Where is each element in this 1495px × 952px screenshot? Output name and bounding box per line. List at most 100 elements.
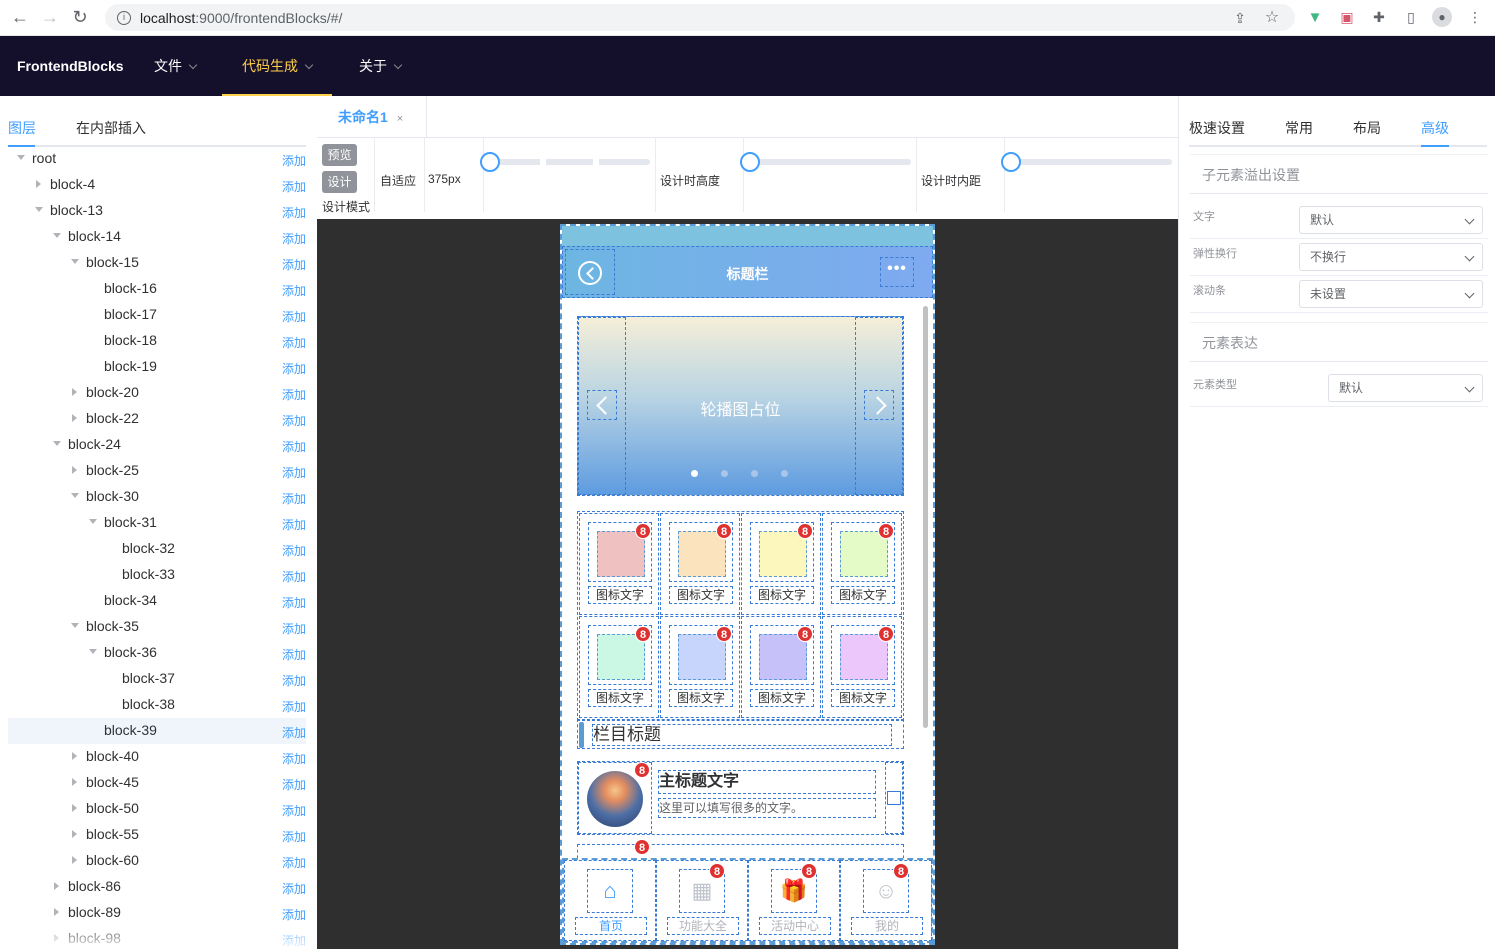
carousel[interactable]: 轮播图占位 xyxy=(577,316,904,496)
carousel-dot[interactable] xyxy=(751,470,758,477)
tree-node-block-16[interactable]: block-16 添加 xyxy=(8,276,306,302)
icon-grid-item[interactable]: 8 图标文字 xyxy=(660,616,740,718)
tab-untitled-1[interactable]: 未命名1 × xyxy=(317,96,427,138)
tree-node-block-4[interactable]: block-4 添加 xyxy=(8,172,306,198)
tree-node-block-30[interactable]: block-30 添加 xyxy=(8,484,306,510)
add-link[interactable]: 添加 xyxy=(282,854,306,871)
add-link[interactable]: 添加 xyxy=(282,360,306,377)
padding-slider[interactable] xyxy=(1001,152,1172,172)
tree-node-block-45[interactable]: block-45 添加 xyxy=(8,770,306,796)
add-link[interactable]: 添加 xyxy=(282,412,306,429)
add-link[interactable]: 添加 xyxy=(282,568,306,585)
height-slider[interactable] xyxy=(740,152,911,172)
tree-node-block-20[interactable]: block-20 添加 xyxy=(8,380,306,406)
add-link[interactable]: 添加 xyxy=(282,672,306,689)
site-info-icon[interactable]: i xyxy=(117,10,131,25)
caret-down-icon[interactable] xyxy=(17,155,25,160)
tree-node-block-34[interactable]: block-34 添加 xyxy=(8,588,306,614)
add-link[interactable]: 添加 xyxy=(282,802,306,819)
add-link[interactable]: 添加 xyxy=(282,776,306,793)
slider-handle[interactable] xyxy=(740,152,760,172)
add-link[interactable]: 添加 xyxy=(282,490,306,507)
menu-file[interactable]: 文件 xyxy=(134,36,216,96)
back-arrow-icon[interactable]: ← xyxy=(8,6,32,30)
tab-layout[interactable]: 布局 xyxy=(1353,118,1381,138)
icon-grid-item[interactable]: 8 图标文字 xyxy=(822,616,902,718)
tree-node-block-55[interactable]: block-55 添加 xyxy=(8,822,306,848)
caret-right-icon[interactable] xyxy=(72,466,77,474)
caret-right-icon[interactable] xyxy=(72,388,77,396)
add-link[interactable]: 添加 xyxy=(282,282,306,299)
add-link[interactable]: 添加 xyxy=(282,828,306,845)
tab-advanced[interactable]: 高级 xyxy=(1421,118,1449,138)
add-link[interactable]: 添加 xyxy=(282,620,306,637)
icon-grid-item[interactable]: 8 图标文字 xyxy=(822,513,902,615)
add-link[interactable]: 添加 xyxy=(282,542,306,559)
add-link[interactable]: 添加 xyxy=(282,152,306,169)
add-link[interactable]: 添加 xyxy=(282,308,306,325)
bookmark-star-icon[interactable]: ☆ xyxy=(1263,8,1281,26)
list-item-action[interactable] xyxy=(885,762,903,834)
add-link[interactable]: 添加 xyxy=(282,438,306,455)
icon-grid-item[interactable]: 8 图标文字 xyxy=(579,513,659,615)
add-link[interactable]: 添加 xyxy=(282,516,306,533)
tree-node-block-33[interactable]: block-33 添加 xyxy=(8,562,306,588)
tree-node-block-60[interactable]: block-60 添加 xyxy=(8,848,306,874)
caret-right-icon[interactable] xyxy=(72,856,77,864)
add-link[interactable]: 添加 xyxy=(282,464,306,481)
more-button[interactable]: ••• xyxy=(880,257,914,287)
tree-node-block-40[interactable]: block-40 添加 xyxy=(8,744,306,770)
close-icon[interactable]: × xyxy=(397,113,403,125)
tree-node-block-35[interactable]: block-35 添加 xyxy=(8,614,306,640)
add-link[interactable]: 添加 xyxy=(282,750,306,767)
add-link[interactable]: 添加 xyxy=(282,386,306,403)
tab-bar-item[interactable]: ☺ 8 我的 xyxy=(840,860,932,941)
tab-bar-item[interactable]: 🎁 8 活动中心 xyxy=(748,860,840,941)
caret-down-icon[interactable] xyxy=(53,441,61,446)
caret-right-icon[interactable] xyxy=(72,414,77,422)
text-select[interactable]: 默认 xyxy=(1299,206,1483,234)
caret-down-icon[interactable] xyxy=(71,259,79,264)
extension-red-icon[interactable]: ▣ xyxy=(1338,8,1356,26)
tree-node-block-24[interactable]: block-24 添加 xyxy=(8,432,306,458)
add-link[interactable]: 添加 xyxy=(282,880,306,897)
reload-icon[interactable]: ↻ xyxy=(68,6,92,30)
caret-right-icon[interactable] xyxy=(54,908,59,916)
tree-node-root[interactable]: root 添加 xyxy=(8,146,306,172)
vue-devtools-icon[interactable]: ▼ xyxy=(1306,8,1324,26)
list-item[interactable]: 8 主标题文字 这里可以填写很多的文字。 xyxy=(577,761,904,835)
tree-node-block-31[interactable]: block-31 添加 xyxy=(8,510,306,536)
tree-node-block-36[interactable]: block-36 添加 xyxy=(8,640,306,666)
carousel-dot[interactable] xyxy=(781,470,788,477)
title-bar[interactable]: 标题栏 ••• xyxy=(562,246,933,298)
scrollbar-select[interactable]: 未设置 xyxy=(1299,280,1483,308)
add-link[interactable]: 添加 xyxy=(282,230,306,247)
side-panel-icon[interactable]: ▯ xyxy=(1402,8,1420,26)
scrollbar[interactable] xyxy=(923,306,928,728)
caret-right-icon[interactable] xyxy=(72,752,77,760)
tab-insert-inside[interactable]: 在内部插入 xyxy=(76,118,146,138)
menu-about[interactable]: 关于 xyxy=(339,36,421,96)
icon-grid-item[interactable]: 8 图标文字 xyxy=(660,513,740,615)
tree-node-block-15[interactable]: block-15 添加 xyxy=(8,250,306,276)
tab-bar-item[interactable]: ▦ 8 功能大全 xyxy=(656,860,748,941)
menu-codegen[interactable]: 代码生成 xyxy=(222,36,332,96)
caret-down-icon[interactable] xyxy=(35,207,43,212)
tree-node-block-25[interactable]: block-25 添加 xyxy=(8,458,306,484)
caret-down-icon[interactable] xyxy=(89,519,97,524)
tree-node-block-86[interactable]: block-86 添加 xyxy=(8,874,306,900)
slider-handle[interactable] xyxy=(1001,152,1021,172)
icon-grid-item[interactable]: 8 图标文字 xyxy=(741,616,821,718)
caret-down-icon[interactable] xyxy=(53,233,61,238)
add-link[interactable]: 添加 xyxy=(282,594,306,611)
caret-down-icon[interactable] xyxy=(71,493,79,498)
tree-node-block-17[interactable]: block-17 添加 xyxy=(8,302,306,328)
caret-right-icon[interactable] xyxy=(72,830,77,838)
tree-node-block-39[interactable]: block-39 添加 xyxy=(8,718,306,744)
tree-node-block-13[interactable]: block-13 添加 xyxy=(8,198,306,224)
share-icon[interactable]: ⇪ xyxy=(1231,9,1249,27)
add-link[interactable]: 添加 xyxy=(282,724,306,741)
icon-grid-item[interactable]: 8 图标文字 xyxy=(741,513,821,615)
caret-right-icon[interactable] xyxy=(72,804,77,812)
address-bar[interactable]: i localhost:9000/frontendBlocks/#/ ⇪ ☆ xyxy=(105,4,1295,31)
